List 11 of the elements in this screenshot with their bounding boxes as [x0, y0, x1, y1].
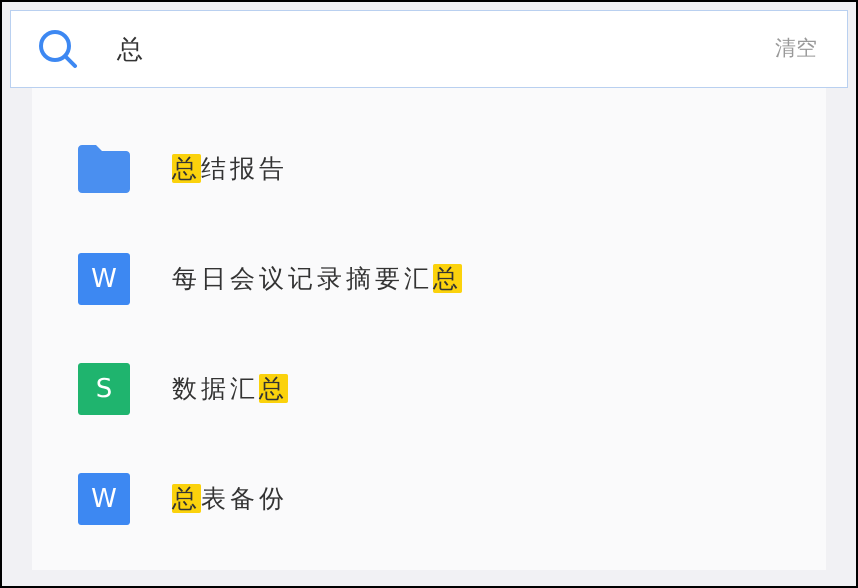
- search-bar[interactable]: 总 清空: [10, 10, 848, 88]
- file-type-icon: W: [78, 473, 130, 525]
- result-title[interactable]: 数据汇总: [172, 370, 288, 408]
- folder-icon: [78, 145, 130, 193]
- search-icon: [37, 28, 79, 70]
- result-title[interactable]: 每日会议记录摘要汇总: [172, 260, 462, 298]
- file-type-icon: S: [78, 363, 130, 415]
- result-title[interactable]: 总结报告: [172, 150, 288, 188]
- file-type-icon: W: [78, 253, 130, 305]
- result-title[interactable]: 总表备份: [172, 480, 288, 518]
- search-field[interactable]: 总: [117, 30, 775, 68]
